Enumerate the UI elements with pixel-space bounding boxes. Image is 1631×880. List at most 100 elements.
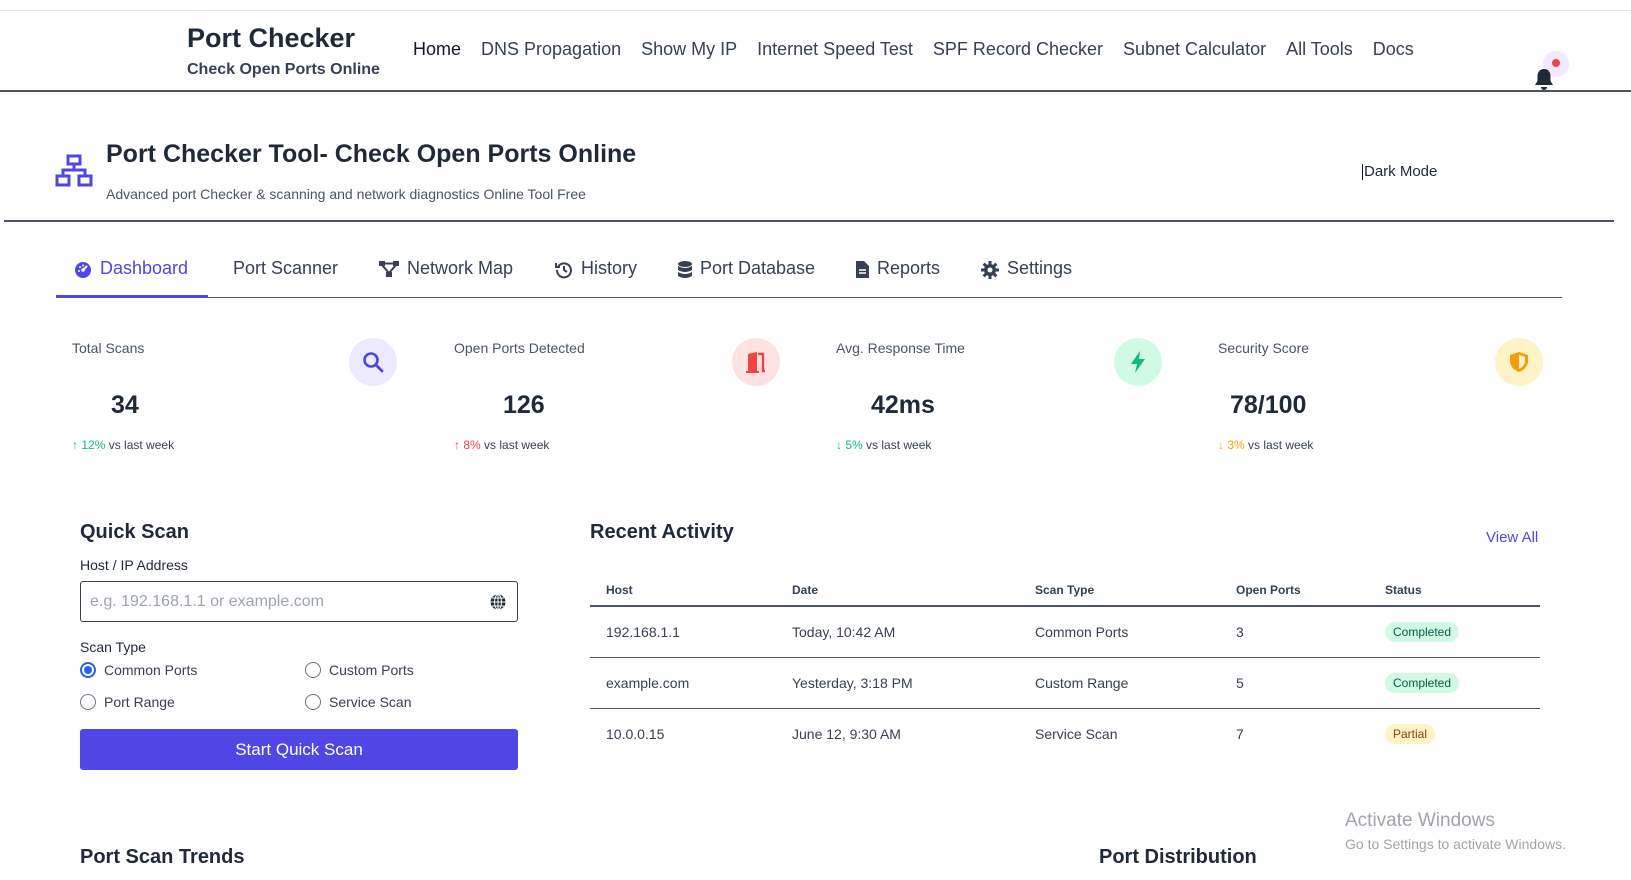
- arrow-up-icon: ↑: [72, 438, 78, 452]
- tab-port-database[interactable]: Port Database: [678, 258, 815, 298]
- column-header-open-ports[interactable]: Open Ports: [1220, 574, 1369, 607]
- dark-mode-toggle[interactable]: Dark Mode: [1362, 164, 1437, 180]
- nav-subnet-calculator[interactable]: Subnet Calculator: [1123, 39, 1266, 60]
- tab-history[interactable]: History: [555, 258, 637, 298]
- nav-all-tools[interactable]: All Tools: [1286, 39, 1353, 60]
- tab-label: Reports: [877, 258, 941, 278]
- status-badge: Completed: [1385, 621, 1460, 642]
- cell-scan-type: Common Ports: [1019, 606, 1220, 658]
- tab-dashboard[interactable]: Dashboard: [74, 258, 188, 298]
- page-title: Port Checker Tool- Check Open Ports Onli…: [106, 140, 637, 168]
- cell-date: June 12, 9:30 AM: [792, 725, 901, 742]
- nav-home[interactable]: Home: [413, 39, 461, 60]
- page-subtitle: Advanced port Checker & scanning and net…: [106, 186, 586, 202]
- arrow-down-icon: ↓: [836, 438, 842, 452]
- main-nav: Home DNS Propagation Show My IP Internet…: [413, 39, 1434, 60]
- stat-change-pct: 3%: [1227, 438, 1245, 452]
- site-header: Port Checker Check Open Ports Online Hom…: [0, 11, 1631, 92]
- quick-scan-title: Quick Scan: [80, 521, 189, 543]
- stat-change-text: vs last week: [1248, 438, 1314, 452]
- stat-value: 78/100: [1230, 391, 1307, 419]
- stat-value: 34: [111, 391, 139, 419]
- stat-value: 126: [503, 391, 545, 419]
- radio-custom-ports[interactable]: Custom Ports: [305, 662, 414, 678]
- cell-scan-type: Custom Range: [1019, 657, 1220, 709]
- tab-label: Settings: [1007, 258, 1073, 278]
- brand-title[interactable]: Port Checker: [187, 23, 355, 54]
- stat-change-text: vs last week: [108, 438, 175, 452]
- stat-label: Open Ports Detected: [454, 340, 585, 356]
- column-header-scan-type[interactable]: Scan Type: [1019, 574, 1220, 607]
- cell-date: Yesterday, 3:18 PM: [776, 657, 1019, 709]
- history-icon: [555, 262, 572, 279]
- nav-docs[interactable]: Docs: [1373, 39, 1414, 60]
- nav-dns-propagation[interactable]: DNS Propagation: [481, 39, 621, 60]
- stat-change: ↓ 3% vs last week: [1218, 438, 1313, 452]
- cell-open-ports: 3: [1220, 606, 1369, 658]
- radio-label: Custom Ports: [329, 662, 414, 678]
- cell-open-ports: 7: [1236, 725, 1244, 742]
- radio-button[interactable]: [80, 662, 96, 678]
- recent-activity-table: Host Date Scan Type Open Ports Status 19…: [590, 574, 1540, 759]
- table-row[interactable]: 192.168.1.1 Today, 10:42 AM Common Ports…: [590, 606, 1540, 658]
- stat-total-scans: Total Scans 34 ↑ 12% vs last week: [72, 336, 422, 456]
- tab-bar: Dashboard Port Scanner Network Map Histo…: [56, 252, 1562, 298]
- dashboard-icon: [75, 262, 91, 278]
- table-row[interactable]: 10.0.0.15 June 12, 9:30 AM Service Scan …: [590, 708, 1540, 759]
- column-header-status[interactable]: Status: [1369, 574, 1540, 607]
- radio-common-ports[interactable]: Common Ports: [80, 662, 197, 678]
- tab-reports[interactable]: Reports: [856, 258, 940, 298]
- network-icon: [55, 154, 93, 187]
- table-header-row: Host Date Scan Type Open Ports Status: [590, 574, 1540, 607]
- radio-button[interactable]: [305, 694, 321, 710]
- tab-network-map[interactable]: Network Map: [379, 258, 513, 298]
- tab-label: Port Database: [700, 258, 816, 278]
- shield-icon: [1495, 338, 1543, 386]
- table-row[interactable]: example.com Yesterday, 3:18 PM Custom Ra…: [590, 657, 1540, 709]
- start-quick-scan-button[interactable]: Start Quick Scan: [80, 729, 518, 770]
- arrow-down-icon: ↓: [1218, 438, 1224, 452]
- host-label: Host / IP Address: [80, 557, 188, 573]
- status-badge: Partial: [1385, 723, 1436, 744]
- cell-open-ports: 5: [1220, 657, 1369, 709]
- view-all-link[interactable]: View All: [1486, 529, 1538, 546]
- cell-host: 10.0.0.15: [606, 725, 665, 742]
- active-tab-indicator: [56, 295, 208, 298]
- network-map-icon: [379, 261, 399, 277]
- brand-subtitle: Check Open Ports Online: [187, 61, 380, 78]
- radio-port-range[interactable]: Port Range: [80, 694, 175, 710]
- bell-icon[interactable]: [1533, 67, 1555, 91]
- notification-dot: [1552, 59, 1560, 67]
- tab-label: Port Scanner: [233, 258, 339, 278]
- radio-button[interactable]: [80, 694, 96, 710]
- stat-security-score: Security Score 78/100 ↓ 3% vs last week: [1218, 336, 1568, 456]
- stat-change-pct: 12%: [81, 438, 106, 452]
- nav-show-my-ip[interactable]: Show My IP: [641, 39, 737, 60]
- stat-value: 42ms: [871, 391, 935, 419]
- cell-status: Completed: [1369, 606, 1540, 658]
- radio-service-scan[interactable]: Service Scan: [305, 694, 411, 710]
- stat-label: Security Score: [1218, 340, 1310, 356]
- tab-port-scanner[interactable]: Port Scanner: [233, 258, 338, 298]
- nav-spf-record-checker[interactable]: SPF Record Checker: [933, 39, 1103, 60]
- tab-settings[interactable]: Settings: [981, 258, 1072, 298]
- radio-label: Port Range: [104, 694, 175, 710]
- report-icon: [856, 261, 869, 278]
- tab-label: Dashboard: [100, 258, 189, 278]
- stat-change-text: vs last week: [866, 438, 932, 452]
- radio-label: Service Scan: [329, 694, 412, 710]
- stat-change-pct: 8%: [463, 438, 481, 452]
- cell-host: 192.168.1.1: [590, 606, 776, 658]
- column-header-host[interactable]: Host: [590, 574, 776, 607]
- nav-internet-speed-test[interactable]: Internet Speed Test: [757, 39, 913, 60]
- column-header-date[interactable]: Date: [776, 574, 1019, 607]
- radio-button[interactable]: [305, 662, 321, 678]
- stat-change: ↓ 5% vs last week: [836, 438, 931, 452]
- status-badge: Completed: [1385, 672, 1460, 693]
- cell-status: Completed: [1369, 657, 1540, 709]
- stat-change: ↑ 8% vs last week: [454, 438, 549, 452]
- stat-open-ports: Open Ports Detected 126 ↑ 8% vs last wee…: [454, 336, 804, 456]
- host-input[interactable]: [81, 582, 471, 621]
- stat-label: Avg. Response Time: [836, 340, 965, 356]
- host-input-wrapper: [80, 581, 518, 622]
